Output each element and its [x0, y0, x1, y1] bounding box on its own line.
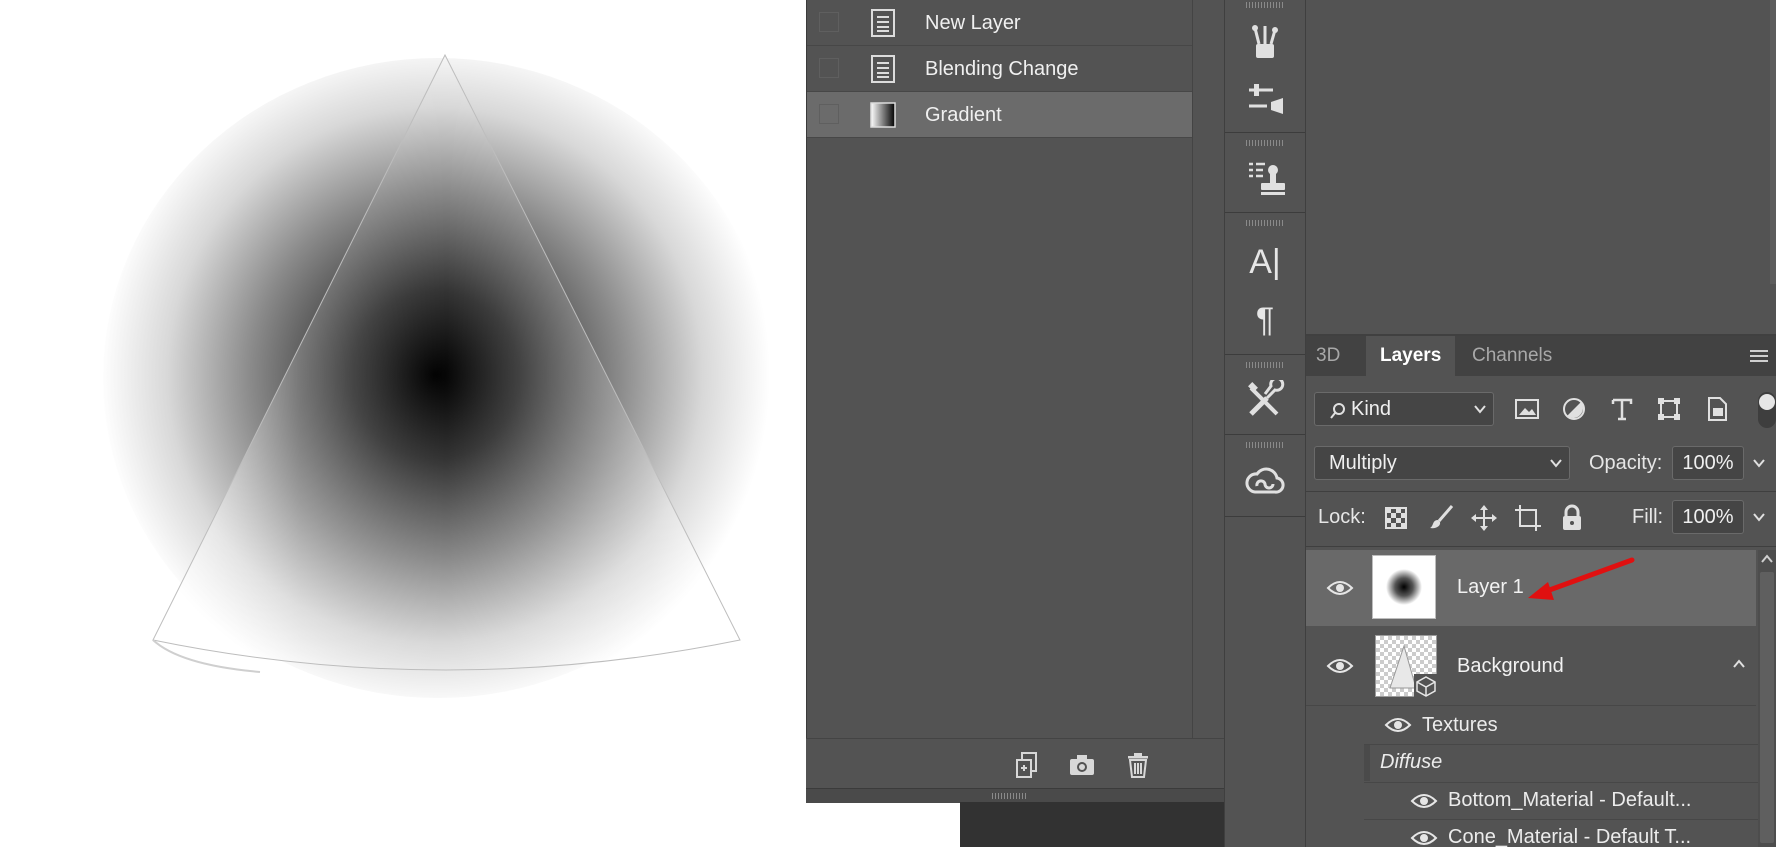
document-icon — [871, 55, 895, 83]
tools-icon[interactable] — [1245, 380, 1285, 420]
shape-filter-icon[interactable] — [1656, 396, 1682, 422]
lock-artboard-icon[interactable] — [1514, 504, 1542, 532]
layer-name: Layer 1 — [1457, 576, 1524, 598]
new-document-from-state-icon[interactable] — [1014, 751, 1042, 779]
adjustment-filter-icon[interactable] — [1561, 396, 1587, 422]
panel-grip[interactable] — [1246, 2, 1284, 8]
diffuse-label: Diffuse — [1380, 751, 1443, 773]
type-filter-icon[interactable] — [1609, 396, 1635, 422]
document-canvas[interactable] — [0, 0, 806, 847]
blend-mode-value: Multiply — [1329, 452, 1397, 474]
lock-pixels-icon[interactable] — [1428, 504, 1454, 530]
layer-sub-items: Textures Diffuse Bottom_Material - Defau… — [1364, 706, 1758, 848]
creative-cloud-libraries-icon[interactable] — [1245, 462, 1285, 502]
layer-thumbnail — [1375, 635, 1438, 698]
history-panel: New Layer Blending Change Gradient — [806, 0, 1225, 802]
layers-scrollbar[interactable] — [1758, 550, 1776, 847]
chevron-down-icon — [1474, 405, 1486, 414]
panel-tab-bar: 3D Layers Channels — [1306, 336, 1776, 376]
history-item-label: New Layer — [925, 12, 1021, 34]
material-label: Bottom_Material - Default... — [1448, 789, 1692, 811]
tab-channels[interactable]: Channels — [1458, 336, 1566, 376]
properties-panel — [1306, 0, 1776, 336]
material-row[interactable]: Bottom_Material - Default... — [1364, 782, 1758, 819]
history-item[interactable]: Blending Change — [807, 46, 1192, 92]
textures-row[interactable]: Textures — [1364, 706, 1758, 745]
lock-position-icon[interactable] — [1470, 504, 1498, 532]
fill-label: Fill: — [1632, 506, 1664, 528]
filter-kind-value: Kind — [1351, 398, 1392, 420]
fill-dropdown-chevron-icon[interactable] — [1752, 510, 1766, 524]
collapse-chevron-up-icon[interactable] — [1732, 658, 1746, 670]
opacity-label: Opacity: — [1589, 452, 1663, 474]
history-item-label: Blending Change — [925, 58, 1079, 80]
history-item-label: Gradient — [925, 104, 1002, 126]
blend-mode-select[interactable]: Multiply — [1314, 446, 1570, 480]
canvas-artwork — [0, 0, 806, 847]
eye-visibility-icon[interactable] — [1384, 715, 1412, 735]
lock-all-icon[interactable] — [1560, 504, 1584, 532]
history-snapshot-source-checkbox[interactable] — [819, 104, 839, 124]
lock-transparent-icon[interactable] — [1384, 506, 1408, 530]
tab-3d[interactable]: 3D — [1306, 336, 1350, 376]
opacity-dropdown-chevron-icon[interactable] — [1752, 456, 1766, 470]
history-snapshot-source-checkbox[interactable] — [819, 12, 839, 32]
character-icon[interactable]: A| — [1225, 240, 1305, 284]
panel-icon-strip: A| ¶ — [1224, 0, 1306, 847]
panel-resize-handle[interactable] — [806, 788, 1224, 803]
camera-snapshot-icon[interactable] — [1068, 751, 1096, 779]
workspace-background — [960, 802, 1224, 847]
filter-toggle[interactable] — [1758, 392, 1776, 428]
paragraph-icon[interactable]: ¶ — [1225, 298, 1305, 342]
fill-input[interactable]: 100% — [1672, 500, 1744, 534]
search-icon — [1330, 403, 1345, 419]
eye-visibility-icon[interactable] — [1410, 791, 1438, 811]
layers-panel: 3D Layers Channels Kind Multiply Opacity… — [1306, 336, 1776, 848]
textures-label: Textures — [1422, 714, 1498, 736]
document-icon — [871, 9, 895, 37]
history-item-selected[interactable]: Gradient — [807, 92, 1192, 138]
3d-layer-badge-icon — [1414, 674, 1438, 698]
history-item[interactable]: New Layer — [807, 0, 1192, 46]
diffuse-row: Diffuse — [1364, 745, 1758, 781]
history-snapshot-source-checkbox[interactable] — [819, 58, 839, 78]
gradient-icon — [870, 102, 896, 128]
chevron-down-icon — [1550, 459, 1562, 468]
brush-settings-icon[interactable] — [1245, 80, 1285, 120]
material-label: Cone_Material - Default T... — [1448, 826, 1692, 848]
layer-name: Background — [1457, 655, 1564, 677]
smart-object-filter-icon[interactable] — [1704, 396, 1730, 422]
brushes-tool-icon[interactable] — [1245, 22, 1285, 62]
history-footer — [806, 738, 1224, 789]
eye-visibility-icon[interactable] — [1326, 578, 1354, 598]
filter-kind-select[interactable]: Kind — [1314, 392, 1494, 426]
opacity-input[interactable]: 100% — [1672, 446, 1744, 480]
resize-grip — [992, 793, 1028, 799]
eye-visibility-icon[interactable] — [1410, 828, 1438, 848]
material-row[interactable]: Cone_Material - Default T... — [1364, 819, 1758, 856]
clone-source-icon[interactable] — [1245, 158, 1285, 198]
layer-row-layer-1[interactable]: Layer 1 — [1306, 550, 1756, 626]
trash-icon[interactable] — [1124, 751, 1152, 779]
annotation-arrow — [1528, 557, 1635, 600]
scroll-up-icon[interactable] — [1760, 554, 1774, 564]
image-filter-icon[interactable] — [1514, 396, 1540, 422]
layer-thumbnail — [1372, 555, 1436, 619]
tab-layers[interactable]: Layers — [1366, 336, 1456, 376]
scrollbar[interactable] — [1770, 0, 1776, 284]
lock-label: Lock: — [1318, 506, 1366, 528]
layer-row-background[interactable]: Background — [1306, 627, 1756, 706]
panel-menu-icon[interactable] — [1748, 348, 1770, 364]
eye-visibility-icon[interactable] — [1326, 656, 1354, 676]
history-divider — [1192, 0, 1193, 738]
